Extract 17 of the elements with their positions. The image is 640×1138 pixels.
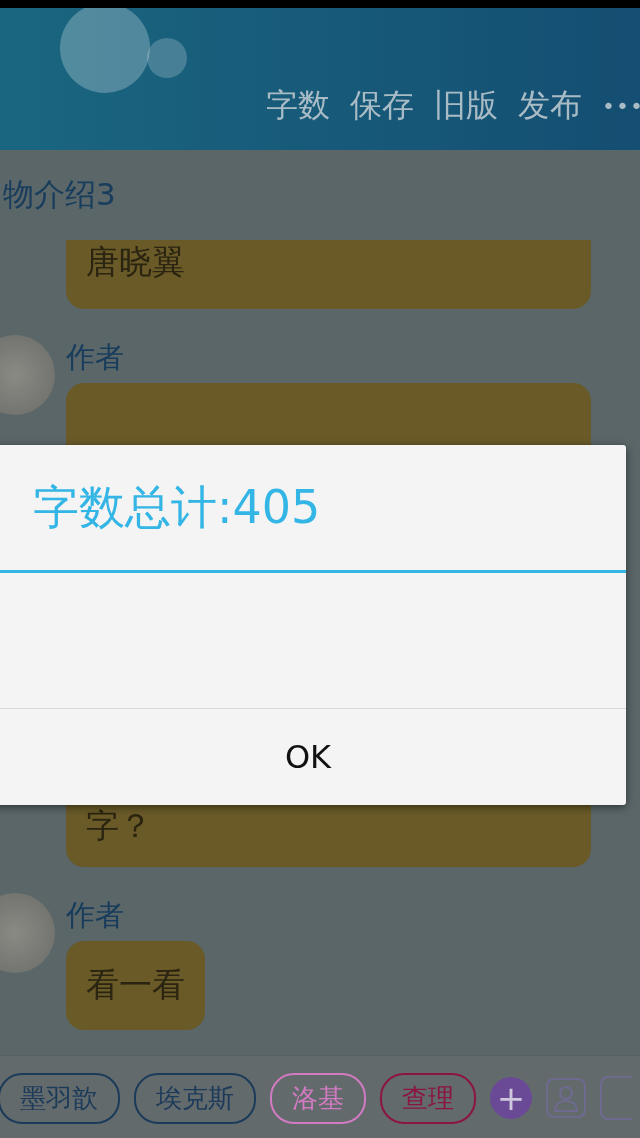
author-name: 作者 (66, 339, 125, 376)
character-chip[interactable]: 墨羽歆 (0, 1072, 120, 1124)
dialog-title: 字数总计:405 (33, 478, 321, 536)
more-button[interactable]: ••• (602, 93, 640, 119)
toolbar-button[interactable]: 保存 (350, 84, 415, 128)
ok-button[interactable]: OK (0, 709, 626, 805)
toolbar-button[interactable]: 旧版 (434, 84, 499, 128)
toolbar-button[interactable]: 字数 (266, 84, 331, 128)
message-bubble: 唐晓翼 (66, 240, 591, 309)
add-button[interactable]: + (490, 1077, 532, 1119)
person-icon[interactable] (546, 1078, 586, 1118)
toolbar-button[interactable]: 发布 (518, 84, 583, 128)
chapter-title: 物介绍3 (3, 175, 116, 214)
message-bubble: 看一看 (66, 941, 205, 1030)
tag-button[interactable] (600, 1076, 632, 1120)
author-name: 作者 (66, 897, 125, 934)
character-chip[interactable]: 埃克斯 (134, 1072, 256, 1124)
